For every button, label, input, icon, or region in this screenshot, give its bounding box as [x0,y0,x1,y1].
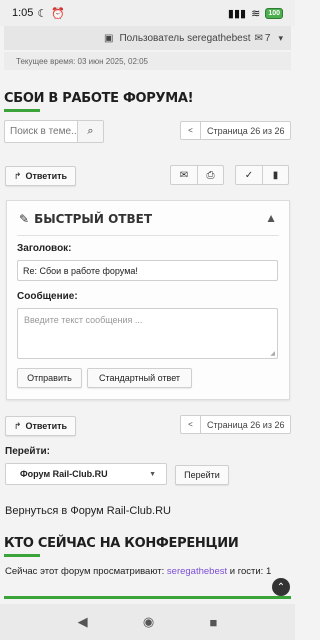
alarm-icon: ⏰ [51,7,65,20]
resize-handle-icon[interactable]: ◢ [270,350,275,357]
message-label: Сообщение: [17,291,78,302]
share-tools: ✉ ⎙ [170,165,224,185]
check-icon[interactable]: ✓ [236,166,262,184]
recents-nav-icon[interactable]: ■ [210,615,218,630]
email-icon[interactable]: ✉ [171,166,197,184]
search-icon: ⌕ [87,125,94,137]
pagination-top: < Страница 26 из 26 [180,121,292,140]
goto-button[interactable]: Перейти [175,465,229,485]
chevron-down-icon: ▼ [149,470,156,478]
collapse-up-icon[interactable]: ▲ [265,211,277,225]
back-to-forum-link[interactable]: Вернуться в Форум Rail-Club.RU [5,505,171,517]
panel-divider [17,235,279,236]
reply-button-bottom[interactable]: ↱ Ответить [5,416,76,436]
inbox-icon[interactable]: ✉ [255,33,263,44]
send-button[interactable]: Отправить [17,368,82,388]
footer-accent [4,596,291,599]
search-button[interactable]: ⌕ [77,121,103,142]
reply-icon: ↱ [13,420,22,431]
prev-page-button[interactable]: < [181,122,201,139]
full-editor-button[interactable]: Стандартный ответ [87,368,192,388]
title-underline [4,109,40,112]
page-indicator[interactable]: Страница 26 из 26 [201,416,290,433]
online-title: КТО СЕЙЧАС НА КОНФЕРЕНЦИИ [4,536,239,551]
home-nav-icon[interactable]: ◉ [143,614,154,630]
pagination-bottom: < Страница 26 из 26 [180,415,292,434]
edit-icon: ✎ [19,212,30,226]
subject-label: Заголовок: [17,243,72,254]
quick-reply-title: ✎ БЫСТРЫЙ ОТВЕТ [19,212,152,226]
online-user-link[interactable]: seregathebest [167,566,227,577]
reply-icon: ↱ [13,170,22,181]
prev-page-button[interactable]: < [181,416,201,433]
quick-reply-panel: ✎ БЫСТРЫЙ ОТВЕТ ▲ Заголовок: Re: Сбои в … [6,200,290,400]
print-icon[interactable]: ⎙ [197,166,223,184]
chevron-down-icon[interactable]: ▾ [278,33,283,44]
notification-count[interactable]: 7 [265,33,271,44]
bookmark-icon[interactable]: ▮ [262,166,288,184]
battery-icon: 100 [265,7,283,19]
reply-button[interactable]: ↱ Ответить [5,166,76,186]
footer-bar [4,596,291,599]
wifi-icon: ≋ [251,7,261,20]
status-bar: 1:05 ☾ ⏰ ▮▮▮ ≋ 100 [0,0,295,26]
system-nav-bar: ◀ ◉ ■ [0,604,295,640]
online-title-underline [4,554,40,557]
topic-search: ⌕ [4,120,104,143]
page-title: СБОИ В РАБОТЕ ФОРУМА! [4,91,194,106]
subject-field[interactable]: Re: Сбои в работе форума! [17,260,278,281]
search-input[interactable] [5,121,77,142]
current-time: Текущее время: 03 июн 2025, 02:05 [4,52,291,70]
scroll-top-button[interactable]: ⌃ [272,578,290,596]
topic-tools: ✓ ▮ [235,165,289,185]
chevron-up-icon: ⌃ [276,581,286,593]
page-indicator[interactable]: Страница 26 из 26 [201,122,290,139]
avatar-icon: ▣ [104,32,114,44]
online-users: Сейчас этот форум просматривают: seregat… [5,566,272,577]
forum-select[interactable]: Форум Rail-Club.RU ▼ [5,463,167,485]
goto-label: Перейти: [5,446,50,457]
moon-icon: ☾ [37,7,48,20]
signal-icon: ▮▮▮ [227,7,247,20]
back-nav-icon[interactable]: ◀ [78,614,88,630]
user-menu[interactable]: Пользователь seregathebest [119,33,250,44]
message-field[interactable]: Введите текст сообщения ... ◢ [17,308,278,359]
user-bar: ▣ Пользователь seregathebest ✉ 7 ▾ [4,26,291,50]
clock: 1:05 [12,7,34,19]
